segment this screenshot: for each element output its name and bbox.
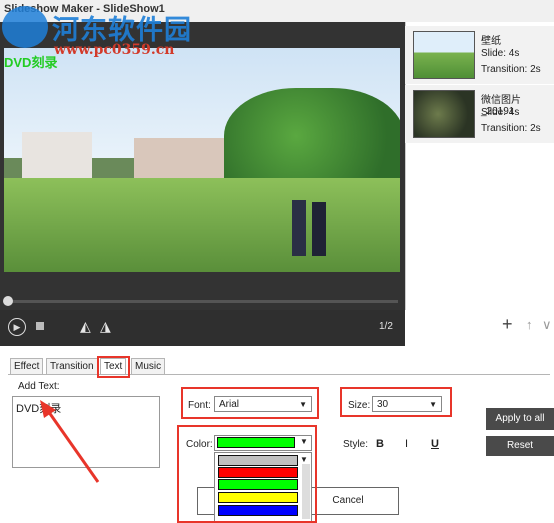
video-building — [22, 132, 92, 182]
style-label: Style: — [343, 439, 369, 450]
apply-to-all-button[interactable]: Apply to all — [486, 408, 554, 430]
tab-music[interactable]: Music — [131, 358, 166, 375]
slide-thumbnail — [413, 31, 475, 79]
transition-duration: Transition: 2s — [481, 123, 541, 134]
add-text-label: Add Text: — [18, 381, 60, 392]
player-controls — [0, 310, 405, 346]
play-icon[interactable]: ▶ — [8, 318, 26, 336]
underline-button[interactable]: U — [431, 438, 439, 450]
slide-list-item[interactable]: 微信图片_20191 Slide: 4s Transition: 2s — [405, 85, 554, 143]
tab-effect[interactable]: Effect — [10, 358, 44, 375]
rotate-left-icon[interactable]: ◭ — [80, 318, 91, 335]
video-person — [312, 202, 326, 256]
annotation-arrow-icon — [40, 400, 100, 483]
seek-handle[interactable] — [3, 296, 13, 306]
seek-bar[interactable] — [8, 300, 398, 303]
video-grass — [4, 178, 400, 272]
annotation-highlight-font — [181, 387, 319, 419]
slide-duration: Slide: 4s — [481, 48, 520, 59]
video-building — [134, 138, 224, 182]
move-down-icon[interactable]: ∨ — [542, 317, 552, 333]
preview-overlay-text: DVD刻录 — [4, 55, 58, 70]
watermark-url: www.pc0359.cn — [54, 42, 175, 58]
video-preview — [4, 48, 400, 272]
stop-icon[interactable] — [36, 322, 44, 330]
bold-button[interactable]: B — [376, 438, 384, 450]
slide-name: 壁纸 — [481, 36, 501, 47]
video-person — [292, 200, 306, 256]
slide-thumbnail — [413, 90, 475, 138]
tab-transition[interactable]: Transition — [46, 358, 98, 375]
add-slide-icon[interactable]: + — [502, 314, 513, 335]
italic-button[interactable]: I — [405, 438, 408, 450]
move-up-icon[interactable]: ↑ — [526, 317, 533, 332]
slide-list-item[interactable]: 壁纸 Slide: 4s Transition: 2s — [405, 26, 554, 84]
annotation-highlight-text-tab — [97, 356, 130, 378]
reset-button[interactable]: Reset — [486, 436, 554, 456]
transition-duration: Transition: 2s — [481, 64, 541, 75]
slide-duration: Slide: 4s — [481, 107, 520, 118]
rotate-right-icon[interactable]: ◮ — [100, 318, 111, 335]
watermark-logo-icon — [2, 6, 48, 48]
annotation-highlight-color — [177, 425, 317, 523]
annotation-highlight-size — [340, 387, 452, 417]
slide-page-indicator: 1/2 — [379, 321, 393, 332]
